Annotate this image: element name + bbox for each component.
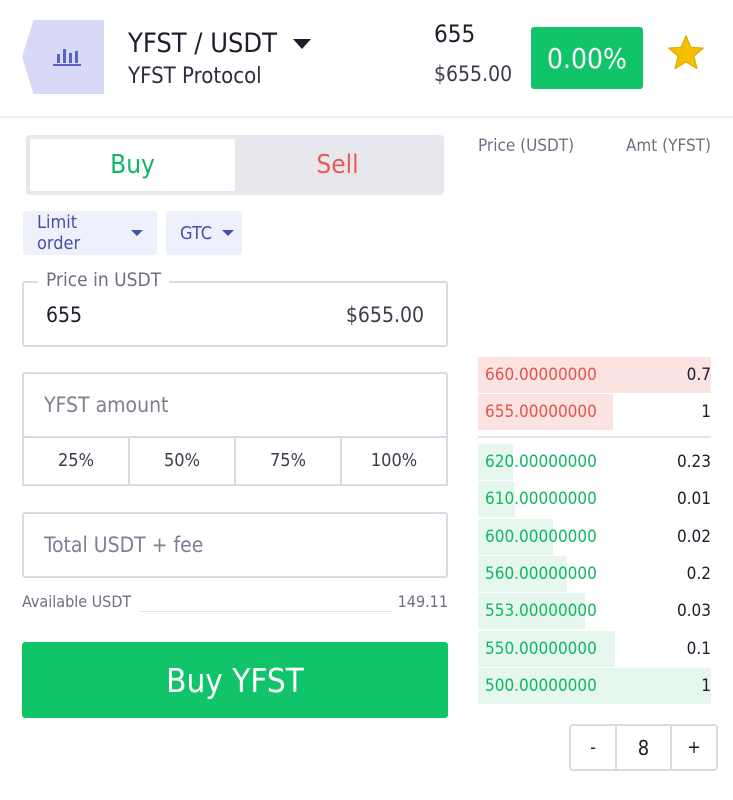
bid-row[interactable]: 500.00000000 1 — [478, 667, 711, 704]
percent-100-button[interactable]: 100% — [342, 436, 446, 484]
percent-50-button[interactable]: 50% — [130, 436, 236, 484]
last-price-usd: $655.00 — [434, 62, 513, 86]
precision-stepper: - 8 + — [569, 724, 718, 771]
bid-amount: 1 — [701, 675, 711, 696]
bid-row[interactable]: 600.00000000 0.02 — [478, 518, 711, 555]
bid-amount: 0.02 — [676, 526, 711, 547]
caret-down-icon — [292, 38, 311, 49]
project-name: YFST Protocol — [128, 64, 262, 89]
available-value: 149.11 — [397, 592, 448, 611]
price-input-value[interactable]: 655 — [46, 303, 82, 327]
buy-submit-button[interactable]: Buy YFST — [22, 642, 448, 718]
available-label: Available USDT — [22, 592, 132, 611]
bid-price: 610.00000000 — [485, 489, 597, 510]
percent-selector: 25% 50% 75% 100% — [22, 436, 448, 486]
bid-row[interactable]: 553.00000000 0.03 — [478, 593, 711, 630]
price-field[interactable]: Price in USDT 655 $655.00 — [22, 269, 448, 347]
bar-chart-icon — [44, 43, 82, 71]
amount-input[interactable] — [44, 374, 424, 436]
orderbook-price-header: Price (USDT) — [478, 136, 575, 156]
ask-amount: 0.7 — [686, 365, 711, 385]
side-toggle: Buy Sell — [26, 135, 444, 195]
price-field-label: Price in USDT — [38, 269, 170, 291]
time-in-force-label: GTC — [180, 222, 213, 244]
bid-row[interactable]: 550.00000000 0.1 — [478, 630, 711, 667]
decrement-button[interactable]: - — [571, 726, 615, 769]
ask-row[interactable]: 660.00000000 0.7 — [478, 357, 711, 393]
bid-price: 620.00000000 — [485, 452, 597, 472]
pair-selector[interactable]: YFST / USDT — [128, 28, 311, 59]
percent-25-button[interactable]: 25% — [24, 436, 130, 484]
ask-row[interactable]: 655.00000000 1 — [478, 394, 711, 431]
bid-amount: 0.03 — [676, 601, 711, 622]
last-price: 655 — [434, 20, 476, 48]
bid-amount: 0.23 — [676, 452, 711, 472]
bid-price: 553.00000000 — [485, 601, 597, 622]
bid-price: 560.00000000 — [485, 563, 597, 584]
star-icon[interactable] — [667, 34, 705, 74]
ask-price: 660.00000000 — [485, 365, 597, 385]
market-header: YFST / USDT YFST Protocol 655 $655.00 0.… — [0, 0, 733, 118]
price-usd-equivalent: $655.00 — [345, 303, 424, 327]
increment-button[interactable]: + — [672, 726, 716, 769]
ask-price: 655.00000000 — [485, 402, 597, 423]
orderbook-divider — [478, 436, 711, 438]
bid-price: 500.00000000 — [485, 675, 597, 696]
time-in-force-dropdown[interactable]: GTC — [166, 211, 242, 255]
bid-row[interactable]: 560.00000000 0.2 — [478, 555, 711, 592]
bid-amount: 0.01 — [676, 489, 711, 510]
bid-price: 550.00000000 — [485, 638, 597, 659]
available-balance: Available USDT 149.11 — [22, 592, 448, 614]
orderbook-amount-header: Amt (YFST) — [625, 136, 711, 156]
tab-sell[interactable]: Sell — [235, 139, 440, 191]
price-change-badge: 0.00% — [531, 27, 643, 89]
market-logo — [22, 20, 104, 94]
percent-75-button[interactable]: 75% — [236, 436, 342, 484]
bid-row[interactable]: 610.00000000 0.01 — [478, 481, 711, 518]
bid-row[interactable]: 620.00000000 0.23 — [478, 444, 711, 480]
tab-buy[interactable]: Buy — [30, 139, 235, 191]
caret-down-icon — [222, 230, 235, 236]
precision-value: 8 — [615, 726, 672, 769]
bid-amount: 0.2 — [686, 563, 711, 584]
caret-down-icon — [131, 230, 143, 236]
amount-field[interactable] — [22, 372, 448, 438]
bid-amount: 0.1 — [686, 638, 711, 659]
pair-label: YFST / USDT — [128, 28, 277, 59]
order-type-label: Limit order — [37, 212, 81, 254]
ask-amount: 1 — [701, 402, 711, 423]
divider — [140, 611, 392, 612]
total-field[interactable] — [22, 512, 448, 578]
order-type-dropdown[interactable]: Limit order — [23, 211, 157, 255]
bid-price: 600.00000000 — [485, 526, 597, 547]
total-input[interactable] — [44, 514, 424, 576]
